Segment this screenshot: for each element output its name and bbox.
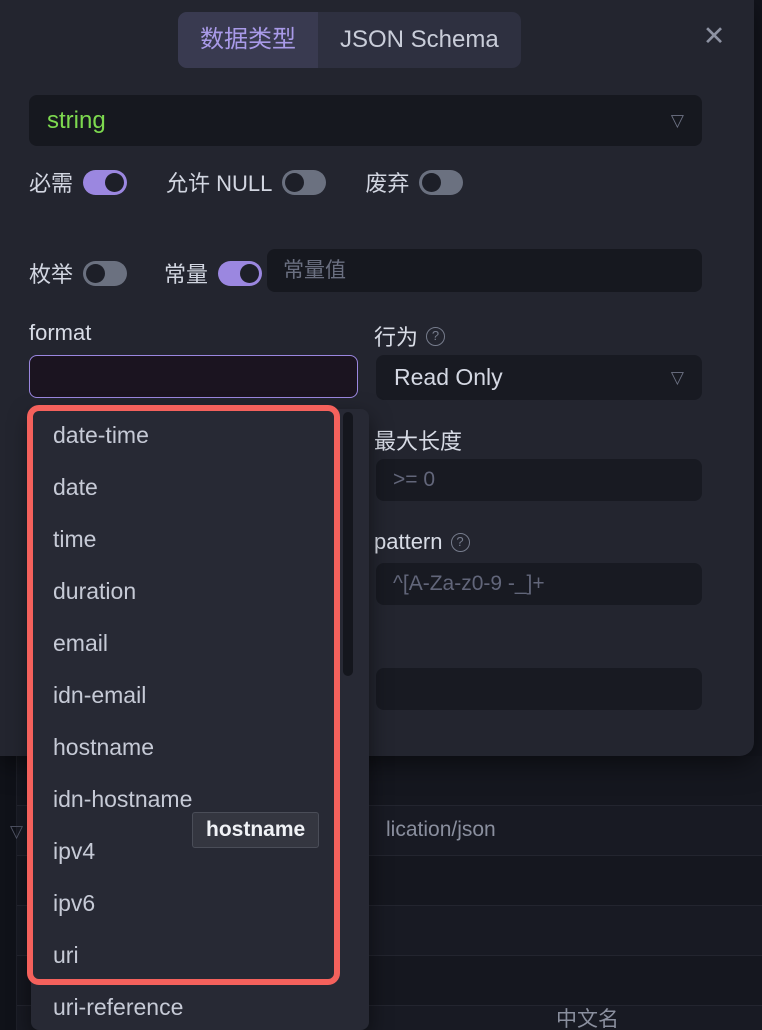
toggle-required-switch[interactable] — [83, 169, 128, 195]
chevron-down-icon: ▽ — [670, 367, 684, 387]
dropdown-option-idn-email[interactable]: idn-email — [31, 669, 369, 721]
screen-root: lication/json 中文名 ▽ ✕ 数据类型 JSON Schema s… — [0, 0, 762, 1030]
enum-const-toggles-row: 枚举 常量 — [29, 257, 263, 289]
toggle-enum[interactable]: 枚举 — [29, 257, 128, 289]
content-type-text: lication/json — [386, 818, 496, 841]
dialog-tabs: 数据类型 JSON Schema — [178, 12, 521, 68]
toggle-deprecated[interactable]: 废弃 — [365, 166, 464, 198]
const-value-input[interactable] — [267, 249, 702, 292]
toggle-const-switch[interactable] — [218, 260, 263, 286]
dropdown-scrollbar-thumb[interactable] — [343, 412, 353, 676]
toggle-allow-null-switch[interactable] — [282, 169, 327, 195]
tab-json-schema[interactable]: JSON Schema — [318, 12, 521, 68]
tooltip: hostname — [192, 812, 320, 848]
dropdown-option-uri-reference[interactable]: uri-reference — [31, 981, 369, 1030]
dropdown-option-duration[interactable]: duration — [31, 565, 369, 617]
column-header-chinese-name: 中文名 — [556, 1008, 619, 1030]
format-input[interactable] — [29, 355, 358, 398]
format-options-dropdown[interactable]: date-time date time duration email idn-email h… — [31, 409, 369, 1030]
close-icon[interactable]: ✕ — [696, 18, 732, 54]
type-select[interactable]: string ▽ — [29, 95, 702, 146]
type-select-value: string — [47, 106, 106, 134]
pattern-label-group: pattern ? — [374, 529, 470, 555]
max-length-input[interactable] — [376, 459, 702, 501]
toggle-deprecated-switch[interactable] — [419, 169, 464, 195]
toggle-required-label: 必需 — [29, 171, 74, 196]
toggle-enum-label: 枚举 — [29, 262, 74, 287]
dropdown-option-email[interactable]: email — [31, 617, 369, 669]
dropdown-option-date[interactable]: date — [31, 461, 369, 513]
toggle-allow-null[interactable]: 允许 NULL — [166, 166, 327, 198]
pattern-input[interactable] — [376, 563, 702, 605]
toggle-const[interactable]: 常量 — [164, 257, 263, 289]
chevron-down-icon[interactable]: ▽ — [10, 822, 23, 842]
extra-input[interactable] — [376, 668, 702, 710]
behavior-label-group: 行为 ? — [374, 320, 446, 352]
toggle-enum-switch[interactable] — [83, 260, 128, 286]
toggle-allow-null-label: 允许 NULL — [166, 171, 273, 196]
toggle-required[interactable]: 必需 — [29, 166, 128, 198]
toggle-const-label: 常量 — [164, 262, 209, 287]
help-icon[interactable]: ? — [426, 326, 446, 346]
flag-toggles-row: 必需 允许 NULL 废弃 — [29, 166, 464, 198]
dropdown-option-uri[interactable]: uri — [31, 929, 369, 981]
behavior-select-value: Read Only — [394, 364, 503, 390]
dropdown-option-ipv6[interactable]: ipv6 — [31, 877, 369, 929]
max-length-label: 最大长度 — [374, 429, 463, 454]
behavior-label: 行为 — [374, 325, 419, 350]
dropdown-option-time[interactable]: time — [31, 513, 369, 565]
dropdown-option-date-time[interactable]: date-time — [31, 409, 369, 461]
format-label: format — [29, 320, 92, 345]
toggle-deprecated-label: 废弃 — [365, 171, 410, 196]
pattern-label: pattern — [374, 529, 443, 554]
dropdown-option-hostname[interactable]: hostname — [31, 721, 369, 773]
behavior-select[interactable]: Read Only ▽ — [376, 355, 702, 400]
tab-data-type[interactable]: 数据类型 — [178, 12, 318, 68]
help-icon[interactable]: ? — [450, 532, 470, 552]
chevron-down-icon: ▽ — [670, 110, 684, 130]
